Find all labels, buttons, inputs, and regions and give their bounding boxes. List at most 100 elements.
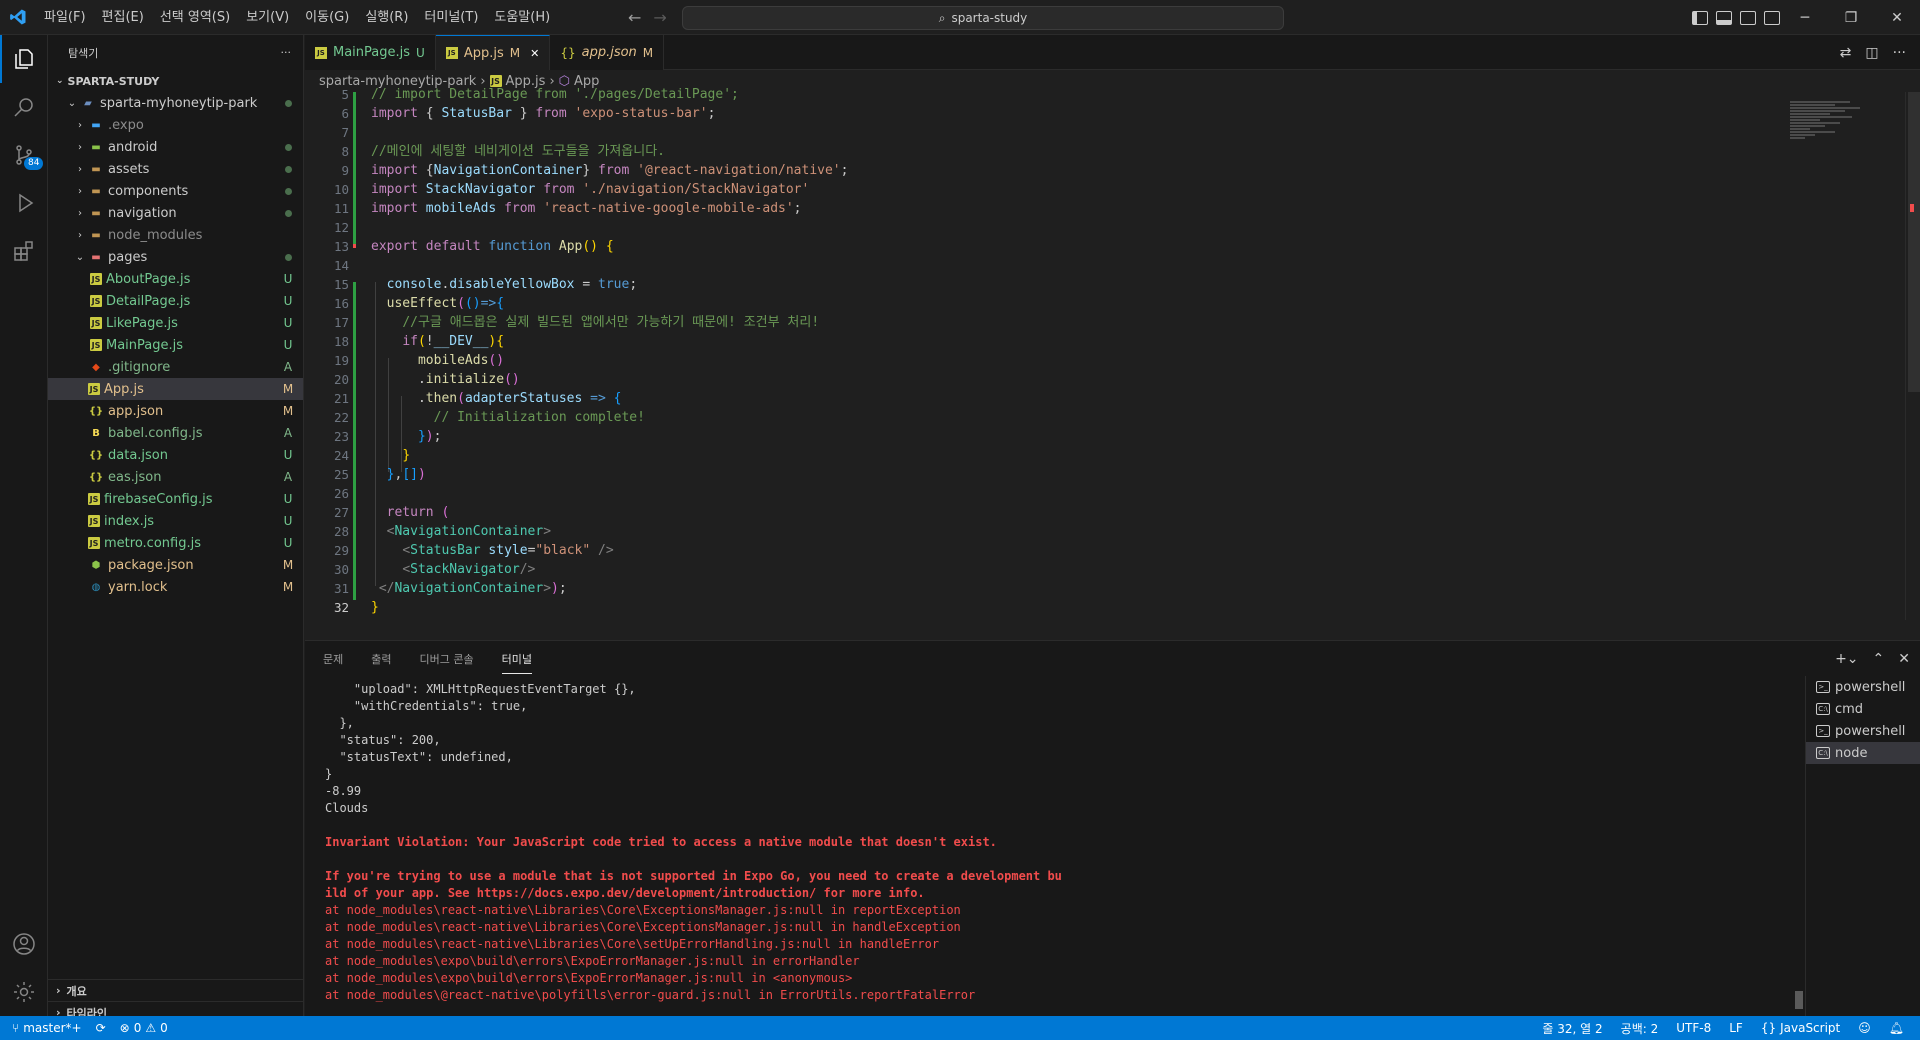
cursor-position[interactable]: 줄 32, 열 2 [1542, 1020, 1602, 1037]
menu-item[interactable]: 보기(V) [238, 0, 297, 35]
close-panel-icon[interactable]: ✕ [1898, 651, 1910, 667]
extensions-icon[interactable] [0, 227, 48, 275]
menu-item[interactable]: 실행(R) [357, 0, 416, 35]
code-line: 24 } [305, 446, 1785, 465]
toggle-secondary-sidebar-icon[interactable] [1740, 10, 1756, 25]
end-of-line[interactable]: LF [1729, 1021, 1743, 1035]
terminal-output[interactable]: "upload": XMLHttpRequestEventTarget {}, … [305, 681, 1805, 1017]
scrollbar-thumb[interactable] [1908, 92, 1920, 392]
tree-item[interactable]: JS MainPage.js U [48, 334, 303, 356]
accounts-icon[interactable] [0, 920, 48, 968]
menu-item[interactable]: 선택 영역(S) [152, 0, 238, 35]
tab-app-js[interactable]: JS App.js M ✕ [435, 35, 551, 70]
tree-item[interactable]: Bbabel.config.js A [48, 422, 303, 444]
run-debug-icon[interactable] [0, 179, 48, 227]
git-status-badge: M [282, 558, 294, 572]
tree-item[interactable]: › ▬ navigation [48, 202, 303, 224]
minimize-button[interactable]: ─ [1782, 0, 1828, 35]
tree-item[interactable]: {} app.json M [48, 400, 303, 422]
tree-item[interactable]: › ▬ components [48, 180, 303, 202]
panel-tab[interactable]: 터미널 [501, 644, 532, 674]
tree-item[interactable]: JS LikePage.js U [48, 312, 303, 334]
terminal-scrollbar-thumb[interactable] [1795, 991, 1803, 1009]
branch-indicator[interactable]: ⑂ master*+ [12, 1021, 82, 1035]
tree-item[interactable]: {} data.json U [48, 444, 303, 466]
tree-item[interactable]: › ▬ android [48, 136, 303, 158]
yarn-icon: ◍ [91, 581, 101, 593]
explorer-icon[interactable] [0, 35, 48, 83]
forward-arrow-icon[interactable]: → [653, 8, 666, 27]
code-text: console.disableYellowBox = true; [386, 277, 638, 292]
line-number: 32 [333, 600, 349, 615]
manage-gear-icon[interactable] [0, 968, 48, 1016]
panel-tab[interactable]: 출력 [371, 651, 391, 667]
line-number: 16 [333, 296, 349, 311]
menu-item[interactable]: 파일(F) [36, 0, 94, 35]
terminal-instance[interactable]: >_ powershell [1806, 720, 1920, 742]
feedback-icon[interactable]: ☺ [1858, 1021, 1871, 1035]
menu-item[interactable]: 편집(E) [94, 0, 152, 35]
terminal-line: "upload": XMLHttpRequestEventTarget {}, [325, 682, 636, 696]
tree-item[interactable]: ◍ yarn.lock M [48, 576, 303, 598]
tree-item[interactable]: JS App.js M [48, 378, 303, 400]
terminal-instance[interactable]: >_ powershell [1806, 676, 1920, 698]
npm-icon: ⬢ [91, 559, 101, 571]
tree-item[interactable]: › ▬ .expo [48, 114, 303, 136]
restore-button[interactable]: ❐ [1828, 0, 1874, 35]
panel-tab[interactable]: 문제 [323, 651, 343, 667]
problems-indicator[interactable]: ⊗ 0 ⚠ 0 [120, 1021, 168, 1035]
root-folder-row[interactable]: ⌄ ▰ sparta-myhoneytip-park [48, 92, 303, 114]
code-editor[interactable]: 5 // import DetailPage from './pages/Deta… [305, 87, 1785, 620]
powershell-icon: >_ [1816, 681, 1830, 693]
menu-item[interactable]: 터미널(T) [416, 0, 486, 35]
outline-section[interactable]: › 개요 [48, 979, 304, 1001]
terminal-instance[interactable]: C:\ cmd [1806, 698, 1920, 720]
tree-item[interactable]: ⬢ package.json M [48, 554, 303, 576]
more-actions-button[interactable]: ··· [281, 46, 292, 59]
back-arrow-icon[interactable]: ← [628, 8, 641, 27]
open-changes-icon[interactable]: ⇄ [1840, 45, 1852, 61]
window-controls: ─ ❐ ✕ [1782, 0, 1920, 35]
tree-item[interactable]: JS metro.config.js U [48, 532, 303, 554]
babel-icon: B [92, 427, 100, 439]
tree-item[interactable]: JS DetailPage.js U [48, 290, 303, 312]
maximize-panel-icon[interactable]: ⌃ [1873, 651, 1885, 667]
new-terminal-icon[interactable]: +⌄ [1835, 651, 1858, 667]
encoding[interactable]: UTF-8 [1676, 1021, 1711, 1035]
command-center-search[interactable]: ⌕ sparta-study [682, 6, 1284, 30]
toggle-primary-sidebar-icon[interactable] [1692, 10, 1708, 25]
close-icon[interactable]: ✕ [530, 47, 539, 60]
tree-item[interactable]: ◆ .gitignore A [48, 356, 303, 378]
split-editor-icon[interactable]: ◫ [1865, 45, 1878, 61]
source-control-icon[interactable]: 84 [0, 131, 48, 179]
code-line: 30 <StackNavigator/> [305, 560, 1785, 579]
tree-item[interactable]: {} eas.json A [48, 466, 303, 488]
tab-mainpage-js[interactable]: JS MainPage.js U [305, 35, 436, 70]
menu-item[interactable]: 이동(G) [297, 0, 357, 35]
language-mode[interactable]: {} JavaScript [1761, 1021, 1840, 1035]
customize-layout-icon[interactable] [1764, 10, 1780, 25]
tree-item[interactable]: JS AboutPage.js U [48, 268, 303, 290]
tree-item[interactable]: JS index.js U [48, 510, 303, 532]
panel-tab[interactable]: 디버그 콘솔 [420, 651, 474, 667]
menu-item[interactable]: 도움말(H) [486, 0, 558, 35]
tab-app-json[interactable]: {} app.json M [550, 35, 665, 70]
title-bar: 파일(F) 편집(E) 선택 영역(S) 보기(V) 이동(G) 실행(R) 터미널(T) 도… [0, 0, 1920, 35]
terminal-instance[interactable]: C:\ node [1806, 742, 1920, 764]
warning-count: 0 [160, 1021, 168, 1035]
sync-icon[interactable]: ⟳ [96, 1021, 106, 1035]
indentation[interactable]: 공백: 2 [1621, 1020, 1659, 1037]
close-window-button[interactable]: ✕ [1874, 0, 1920, 35]
toggle-panel-icon[interactable] [1716, 10, 1732, 25]
workspace-section[interactable]: ⌄ SPARTA-STUDY [48, 70, 303, 92]
notifications-bell-icon[interactable]: 🔔︎ [1889, 1021, 1904, 1035]
tree-item[interactable]: › ▬ node_modules [48, 224, 303, 246]
tree-item[interactable]: JS firebaseConfig.js U [48, 488, 303, 510]
search-activity-icon[interactable] [0, 83, 48, 131]
more-editor-actions-icon[interactable]: ··· [1893, 45, 1906, 61]
tree-item[interactable]: ⌄ ▬ pages [48, 246, 303, 268]
json-file-icon: {} [560, 45, 576, 60]
minimap[interactable] [1785, 92, 1905, 620]
editor-scrollbar[interactable] [1905, 92, 1920, 620]
tree-item[interactable]: › ▬ assets [48, 158, 303, 180]
